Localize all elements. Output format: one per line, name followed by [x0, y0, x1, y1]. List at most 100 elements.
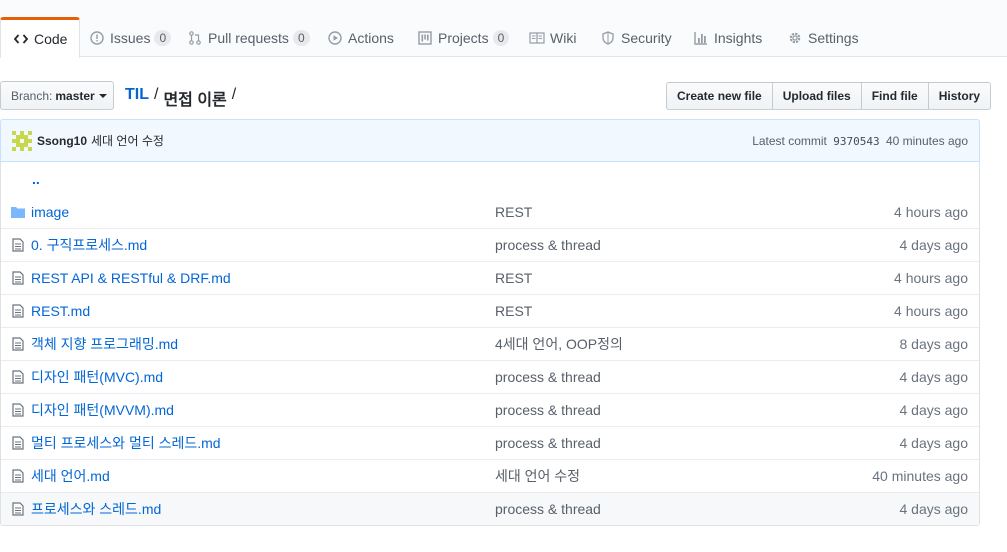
- tab-settings[interactable]: Settings: [787, 17, 859, 58]
- file-row: image REST 4 hours ago: [1, 195, 979, 228]
- file-row: 디자인 패턴(MVC).md process & thread 4 days ago: [1, 360, 979, 393]
- file-navigation-buttons: Create new file Upload files Find file H…: [666, 82, 992, 110]
- file-commit-message-link[interactable]: REST: [495, 204, 532, 220]
- file-commit-age: 4 days ago: [899, 501, 969, 517]
- file-commit-message-link[interactable]: process & thread: [495, 501, 601, 517]
- tab-pull-requests[interactable]: Pull requests 0: [187, 17, 310, 58]
- tab-issues[interactable]: Issues 0: [89, 17, 172, 58]
- file-name-link[interactable]: 프로세스와 스레드.md: [31, 499, 486, 519]
- file-commit-message-link[interactable]: REST: [495, 303, 532, 319]
- tab-label: Issues: [110, 29, 151, 46]
- tab-security[interactable]: Security: [600, 17, 672, 58]
- repo-tabnav: Code Issues 0 Pull requests 0 Actions Pr…: [0, 0, 1007, 58]
- file-commit-message-link[interactable]: process & thread: [495, 369, 601, 385]
- pull-requests-counter: 0: [292, 29, 310, 46]
- file-commit-message-link[interactable]: 4세대 언어, OOP정의: [495, 334, 623, 354]
- commit-age: 40 minutes ago: [885, 133, 968, 148]
- file-commit-age: 4 days ago: [899, 237, 969, 253]
- tab-label: Settings: [808, 29, 859, 46]
- file-name-link[interactable]: 디자인 패턴(MVC).md: [31, 367, 486, 387]
- chevron-down-icon: [98, 93, 107, 98]
- file-commit-age: 4 hours ago: [894, 303, 968, 319]
- commit-author-link[interactable]: Ssong10: [37, 134, 87, 148]
- project-icon: [417, 30, 433, 46]
- tab-wiki[interactable]: Wiki: [529, 17, 576, 58]
- breadcrumb-repo-link[interactable]: TIL: [125, 86, 149, 110]
- file-row: REST.md REST 4 hours ago: [1, 294, 979, 327]
- file-icon: [10, 435, 26, 451]
- file-commit-message-link[interactable]: REST: [495, 270, 532, 286]
- file-commit-message-link[interactable]: process & thread: [495, 402, 601, 418]
- parent-directory-link[interactable]: ..: [32, 171, 40, 187]
- file-row: 멀티 프로세스와 멀티 스레드.md process & thread 4 days…: [1, 426, 979, 459]
- shield-icon: [600, 30, 616, 46]
- issue-icon: [89, 30, 105, 46]
- tab-label: Pull requests: [208, 29, 289, 46]
- file-row: 디자인 패턴(MVVM).md process & thread 4 days ag…: [1, 393, 979, 426]
- file-name-link[interactable]: 디자인 패턴(MVVM).md: [31, 400, 486, 420]
- issues-counter: 0: [154, 29, 172, 46]
- tab-projects[interactable]: Projects 0: [417, 17, 510, 58]
- breadcrumb-current-folder: 면접 이론: [163, 92, 227, 109]
- branch-name: master: [55, 88, 95, 103]
- file-commit-age: 40 minutes ago: [872, 468, 968, 484]
- file-name-link[interactable]: 0. 구직프로세스.md: [31, 235, 486, 255]
- file-name-link[interactable]: 멀티 프로세스와 멀티 스레드.md: [31, 433, 486, 453]
- history-button[interactable]: History: [927, 82, 992, 110]
- upload-files-button[interactable]: Upload files: [771, 82, 862, 110]
- tab-label: Projects: [438, 29, 489, 46]
- tab-label: Code: [34, 31, 68, 47]
- file-commit-age: 4 days ago: [899, 435, 969, 451]
- file-icon: [10, 237, 26, 253]
- file-commit-message-link[interactable]: process & thread: [495, 237, 601, 253]
- create-new-file-button[interactable]: Create new file: [666, 82, 773, 110]
- avatar[interactable]: [12, 130, 32, 151]
- latest-commit-label: Latest commit: [752, 133, 827, 148]
- tab-label: Security: [621, 29, 672, 46]
- book-icon: [529, 30, 545, 46]
- file-commit-age: 4 days ago: [899, 402, 969, 418]
- breadcrumb: TIL / 면접 이론 /: [125, 86, 236, 110]
- commit-message-link[interactable]: 세대 언어 수정: [91, 132, 164, 149]
- file-name-link[interactable]: REST.md: [31, 303, 486, 319]
- file-icon: [10, 369, 26, 385]
- file-commit-message-link[interactable]: process & thread: [495, 435, 601, 451]
- breadcrumb-separator: /: [231, 86, 237, 103]
- breadcrumb-separator: /: [154, 86, 159, 103]
- tab-label: Insights: [714, 29, 763, 46]
- play-icon: [327, 30, 343, 46]
- file-name-link[interactable]: 객체 지향 프로그래밍.md: [31, 334, 486, 354]
- file-icon: [10, 468, 26, 484]
- file-name-link[interactable]: image: [31, 204, 486, 220]
- file-row: 프로세스와 스레드.md process & thread 4 days ago: [1, 492, 979, 525]
- file-row: REST API & RESTful & DRF.md REST 4 hours a…: [1, 261, 979, 294]
- file-row: 객체 지향 프로그래밍.md 4세대 언어, OOP정의 8 days ago: [1, 327, 979, 360]
- gear-icon: [787, 30, 803, 46]
- folder-icon: [10, 204, 26, 220]
- tab-insights[interactable]: Insights: [693, 17, 762, 58]
- projects-counter: 0: [492, 29, 510, 46]
- tab-label: Wiki: [550, 29, 577, 46]
- file-commit-age: 4 hours ago: [894, 270, 968, 286]
- tab-code[interactable]: Code: [0, 17, 81, 58]
- file-icon: [10, 270, 26, 286]
- file-icon: [10, 303, 26, 319]
- find-file-button[interactable]: Find file: [860, 82, 929, 110]
- file-name-link[interactable]: REST API & RESTful & DRF.md: [31, 270, 486, 286]
- latest-commit-bar: Ssong10 세대 언어 수정 Latest commit 9370543 4…: [0, 119, 980, 162]
- branch-select-button[interactable]: Branch: master: [0, 81, 114, 110]
- file-commit-message-link[interactable]: 세대 언어 수정: [495, 466, 580, 486]
- latest-commit-info: Latest commit 9370543 40 minutes ago: [752, 134, 968, 148]
- file-row: 세대 언어.md 세대 언어 수정 40 minutes ago: [1, 459, 979, 492]
- code-icon: [13, 31, 29, 47]
- branch-label: Branch:: [11, 88, 53, 103]
- file-icon: [10, 501, 26, 517]
- file-icon: [10, 402, 26, 418]
- commit-sha-link[interactable]: 9370543: [833, 135, 879, 148]
- file-commit-age: 4 days ago: [899, 369, 969, 385]
- file-name-link[interactable]: 세대 언어.md: [31, 466, 486, 486]
- tab-actions[interactable]: Actions: [327, 17, 394, 58]
- file-list: .. image REST 4 hours ago 0. 구직프로세스.md proce…: [0, 162, 980, 526]
- tab-label: Actions: [348, 29, 394, 46]
- file-commit-age: 8 days ago: [899, 336, 969, 352]
